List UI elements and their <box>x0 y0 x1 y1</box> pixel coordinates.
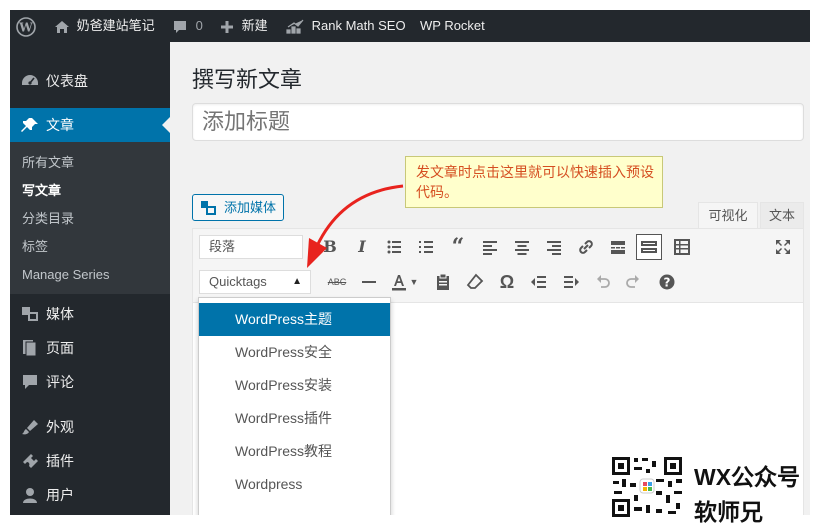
tab-visual[interactable]: 可视化 <box>698 202 758 228</box>
comments-count: 0 <box>195 18 203 33</box>
media-icon <box>201 201 216 215</box>
menu-label: 媒体 <box>46 306 74 322</box>
special-character-icon[interactable]: Ω <box>495 270 519 294</box>
submenu-write-post[interactable]: 写文章 <box>22 181 61 201</box>
page-title: 撰写新文章 <box>192 67 303 92</box>
menu-item-users[interactable]: 用户 <box>10 478 170 512</box>
comment-bubble-icon <box>174 20 186 33</box>
appearance-icon <box>22 420 38 435</box>
rank-math-icon <box>286 19 304 34</box>
format-select-value: 段落 <box>209 239 236 254</box>
align-center-icon[interactable] <box>510 235 534 259</box>
media-icon <box>22 307 38 321</box>
dropdown-item[interactable]: WordPress插件 <box>199 402 390 435</box>
outdent-icon[interactable] <box>527 270 551 294</box>
page-icon <box>23 340 37 356</box>
menu-item-appearance[interactable]: 外观 <box>10 410 170 444</box>
read-more-icon[interactable] <box>606 235 630 259</box>
editor-toolbar: 段落 B I “ Quicktags ▲ ABC ▼ Ω ? <box>193 229 803 303</box>
menu-label: 评论 <box>46 374 74 390</box>
help-icon[interactable]: ? <box>655 270 679 294</box>
watermark-line1: WX公众号 <box>694 464 801 490</box>
new-content-link[interactable]: 新建 <box>220 10 268 42</box>
posts-submenu: 所有文章 写文章 分类目录 标签 Manage Series <box>10 142 170 294</box>
wp-rocket-link[interactable]: WP Rocket <box>420 10 485 42</box>
watermark-line2: 软师兄 <box>694 499 763 525</box>
annotation-tooltip: 发文章时点击这里就可以快速插入预设代码。 <box>405 156 663 208</box>
numbered-list-icon[interactable] <box>414 235 438 259</box>
add-media-label: 添加媒体 <box>224 200 277 215</box>
link-icon[interactable] <box>574 235 598 259</box>
menu-item-dashboard[interactable]: 仪表盘 <box>10 64 170 98</box>
menu-label: 插件 <box>46 453 74 469</box>
quicktags-select-value: Quicktags <box>209 274 267 289</box>
toolbar-toggle-icon[interactable] <box>636 234 662 260</box>
browser-frame: W 奶爸建站笔记 0 新建 Rank Math SEO WP Rocket 仪表… <box>10 10 810 515</box>
add-media-button[interactable]: 添加媒体 <box>192 194 284 221</box>
paste-text-icon[interactable] <box>431 270 455 294</box>
submenu-categories[interactable]: 分类目录 <box>22 209 74 229</box>
menu-item-pages[interactable]: 页面 <box>10 331 170 365</box>
menu-label: 仪表盘 <box>46 73 88 89</box>
wordpress-logo-icon[interactable]: W <box>16 10 36 42</box>
wp-rocket-label: WP Rocket <box>420 18 485 33</box>
menu-item-media[interactable]: 媒体 <box>10 297 170 331</box>
comment-icon <box>23 375 37 389</box>
dropdown-item[interactable]: WordPress安全 <box>199 336 390 369</box>
admin-sidebar: 仪表盘 文章 所有文章 写文章 分类目录 标签 Manage Series 媒体… <box>10 42 170 515</box>
menu-label: 外观 <box>46 419 74 435</box>
quicktags-dropdown: WordPress主题 WordPress安全 WordPress安装 Word… <box>198 297 391 515</box>
watermark: WX公众号 软师兄 <box>610 449 821 525</box>
home-icon <box>55 20 69 33</box>
format-select[interactable]: 段落 <box>199 235 303 259</box>
rank-math-label: Rank Math SEO <box>311 18 406 33</box>
dashboard-icon <box>22 75 38 85</box>
dropdown-item[interactable]: WordPress主题 <box>199 303 390 336</box>
rank-math-link[interactable]: Rank Math SEO <box>286 10 406 42</box>
align-left-icon[interactable] <box>478 235 502 259</box>
annotation-arrow-icon <box>307 184 404 268</box>
plugin-icon <box>23 454 38 468</box>
dropdown-item[interactable]: Wordpress <box>199 468 390 501</box>
menu-label: 文章 <box>46 117 74 133</box>
blockquote-icon[interactable]: “ <box>446 235 470 259</box>
menu-label: 用户 <box>46 487 74 503</box>
submenu-all-posts[interactable]: 所有文章 <box>22 153 74 173</box>
menu-item-comments[interactable]: 评论 <box>10 365 170 399</box>
pin-icon <box>21 118 38 132</box>
table-icon[interactable] <box>670 235 694 259</box>
post-title-input[interactable] <box>192 103 804 141</box>
comments-link[interactable]: 0 <box>172 10 203 42</box>
submenu-manage-series[interactable]: Manage Series <box>22 265 109 285</box>
fullscreen-icon[interactable] <box>771 235 795 259</box>
redo-icon[interactable] <box>621 270 645 294</box>
svg-text:W: W <box>18 20 33 34</box>
clear-formatting-icon[interactable] <box>463 270 487 294</box>
indent-icon[interactable] <box>559 270 583 294</box>
tab-text[interactable]: 文本 <box>760 202 804 228</box>
user-icon <box>23 488 37 503</box>
align-right-icon[interactable] <box>542 235 566 259</box>
menu-item-posts[interactable]: 文章 <box>10 108 170 142</box>
plus-icon <box>221 20 233 33</box>
svg-text:?: ? <box>664 276 671 290</box>
new-label: 新建 <box>241 18 268 33</box>
site-name: 奶爸建站笔记 <box>76 18 155 33</box>
site-name-link[interactable]: 奶爸建站笔记 <box>54 10 155 42</box>
admin-bar: W 奶爸建站笔记 0 新建 Rank Math SEO WP Rocket <box>10 10 810 42</box>
dropdown-item[interactable]: WordPress教程 <box>199 435 390 468</box>
undo-icon[interactable] <box>591 270 615 294</box>
menu-item-plugins[interactable]: 插件 <box>10 444 170 478</box>
submenu-tags[interactable]: 标签 <box>22 237 48 257</box>
dropdown-item[interactable]: WordPress安装 <box>199 369 390 402</box>
qr-code-icon <box>610 455 684 519</box>
menu-label: 页面 <box>46 340 74 356</box>
